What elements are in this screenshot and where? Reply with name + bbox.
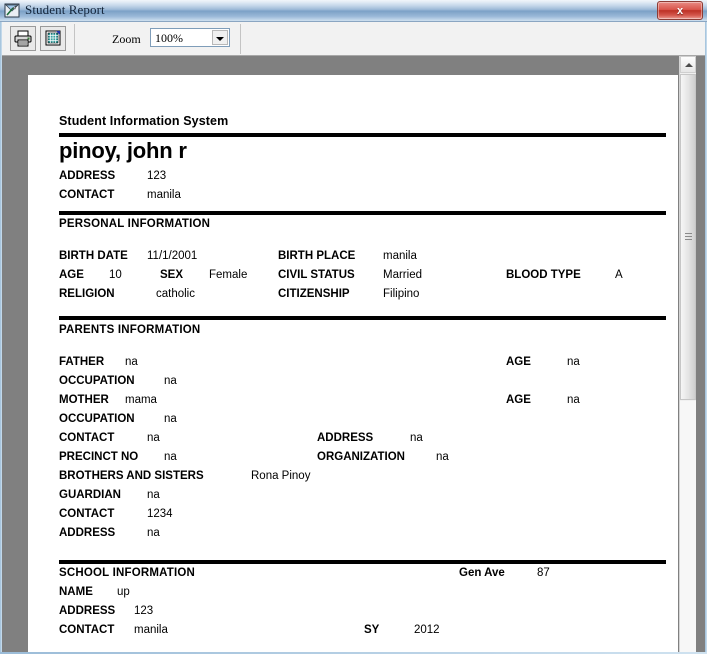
- divider-header: [59, 133, 666, 137]
- organization-value: na: [436, 451, 449, 463]
- mother-age-label: AGE: [506, 394, 531, 406]
- report-page: Student Information System pinoy, john r…: [28, 75, 678, 654]
- sex-value: Female: [209, 269, 248, 281]
- parents-contact-label: CONTACT: [59, 432, 115, 444]
- school-contact-label: CONTACT: [59, 624, 115, 636]
- gen-ave-label: Gen Ave: [459, 567, 505, 579]
- school-address-label: ADDRESS: [59, 605, 116, 617]
- father-occupation-label: OCCUPATION: [59, 375, 135, 387]
- sex-label: SEX: [160, 269, 184, 281]
- school-contact-value: manila: [134, 624, 168, 636]
- gen-ave-value: 87: [537, 567, 550, 579]
- zoom-value: 100%: [155, 31, 183, 45]
- school-name-value: up: [117, 586, 130, 598]
- report-toolbar: Zoom 100%: [0, 22, 707, 56]
- religion-value: catholic: [156, 288, 195, 300]
- precinct-no-value: na: [164, 451, 177, 463]
- top-contact-label: CONTACT: [59, 189, 115, 201]
- print-button[interactable]: [10, 26, 36, 51]
- guardian-address-value: na: [147, 527, 160, 539]
- guardian-address-label: ADDRESS: [59, 527, 116, 539]
- precinct-no-label: PRECINCT NO: [59, 451, 139, 463]
- report-viewer: Student Information System pinoy, john r…: [0, 56, 707, 654]
- blood-type-label: BLOOD TYPE: [506, 269, 581, 281]
- divider-personal: [59, 211, 666, 215]
- school-name-label: NAME: [59, 586, 93, 598]
- mother-occupation-label: OCCUPATION: [59, 413, 135, 425]
- siblings-value: Rona Pinoy: [251, 470, 311, 482]
- father-label: FATHER: [59, 356, 105, 368]
- sy-label: SY: [364, 624, 380, 636]
- export-document-icon: [41, 29, 65, 47]
- scrollbar-grip-icon: [685, 233, 692, 240]
- mother-value: mama: [125, 394, 157, 406]
- guardian-value: na: [147, 489, 160, 501]
- zoom-select[interactable]: 100%: [150, 28, 230, 47]
- title-bar-sheen: [0, 0, 707, 10]
- mother-age-value: na: [567, 394, 580, 406]
- birth-date-value: 11/1/2001: [147, 250, 198, 262]
- mother-label: MOTHER: [59, 394, 109, 406]
- section-title-personal: PERSONAL INFORMATION: [59, 218, 211, 230]
- close-button[interactable]: x: [657, 1, 703, 20]
- system-title: Student Information System: [59, 114, 229, 128]
- top-address-value: 123: [147, 170, 167, 182]
- window-edge-left: [0, 22, 2, 654]
- father-age-value: na: [567, 356, 580, 368]
- citizenship-value: Filipino: [383, 288, 420, 300]
- civil-status-value: Married: [383, 269, 422, 281]
- chevron-down-icon[interactable]: [212, 30, 228, 45]
- scroll-up-button[interactable]: [680, 56, 696, 73]
- title-bar: Student Report x: [0, 0, 707, 22]
- top-address-label: ADDRESS: [59, 170, 116, 182]
- printer-icon: [11, 29, 35, 47]
- zoom-label: Zoom: [112, 32, 141, 46]
- father-value: na: [125, 356, 138, 368]
- guardian-contact-label: CONTACT: [59, 508, 115, 520]
- father-age-label: AGE: [506, 356, 531, 368]
- top-contact-value: manila: [147, 189, 181, 201]
- school-address-value: 123: [134, 605, 154, 617]
- toolbar-separator-1: [74, 24, 75, 54]
- civil-status-label: CIVIL STATUS: [278, 269, 355, 281]
- blood-type-value: A: [615, 269, 623, 281]
- father-occupation-value: na: [164, 375, 177, 387]
- section-title-parents: PARENTS INFORMATION: [59, 324, 201, 336]
- religion-label: RELIGION: [59, 288, 115, 300]
- organization-label: ORGANIZATION: [317, 451, 405, 463]
- mother-occupation-value: na: [164, 413, 177, 425]
- scrollbar-track[interactable]: [680, 401, 696, 654]
- guardian-label: GUARDIAN: [59, 489, 121, 501]
- parents-address-value: na: [410, 432, 423, 444]
- citizenship-label: CITIZENSHIP: [278, 288, 350, 300]
- divider-school: [59, 560, 666, 564]
- parents-address-label: ADDRESS: [317, 432, 374, 444]
- birth-place-value: manila: [383, 250, 417, 262]
- toolbar-separator-2: [240, 24, 241, 54]
- student-name: pinoy, john r: [59, 138, 187, 163]
- siblings-label: BROTHERS AND SISTERS: [59, 470, 204, 482]
- student-report-window: Student Report x Zoom 100% Student Infor…: [0, 0, 707, 654]
- birth-date-label: BIRTH DATE: [59, 250, 128, 262]
- section-title-school: SCHOOL INFORMATION: [59, 567, 196, 579]
- age-value: 10: [109, 269, 122, 281]
- guardian-contact-value: 1234: [147, 508, 173, 520]
- vertical-scrollbar[interactable]: [679, 56, 696, 654]
- birth-place-label: BIRTH PLACE: [278, 250, 356, 262]
- export-button[interactable]: [40, 26, 66, 51]
- sy-value: 2012: [414, 624, 440, 636]
- report-window-icon: [4, 3, 21, 19]
- divider-parents: [59, 316, 666, 320]
- age-label: AGE: [59, 269, 84, 281]
- scrollbar-thumb[interactable]: [680, 74, 696, 400]
- parents-contact-value: na: [147, 432, 160, 444]
- window-title: Student Report: [25, 2, 105, 17]
